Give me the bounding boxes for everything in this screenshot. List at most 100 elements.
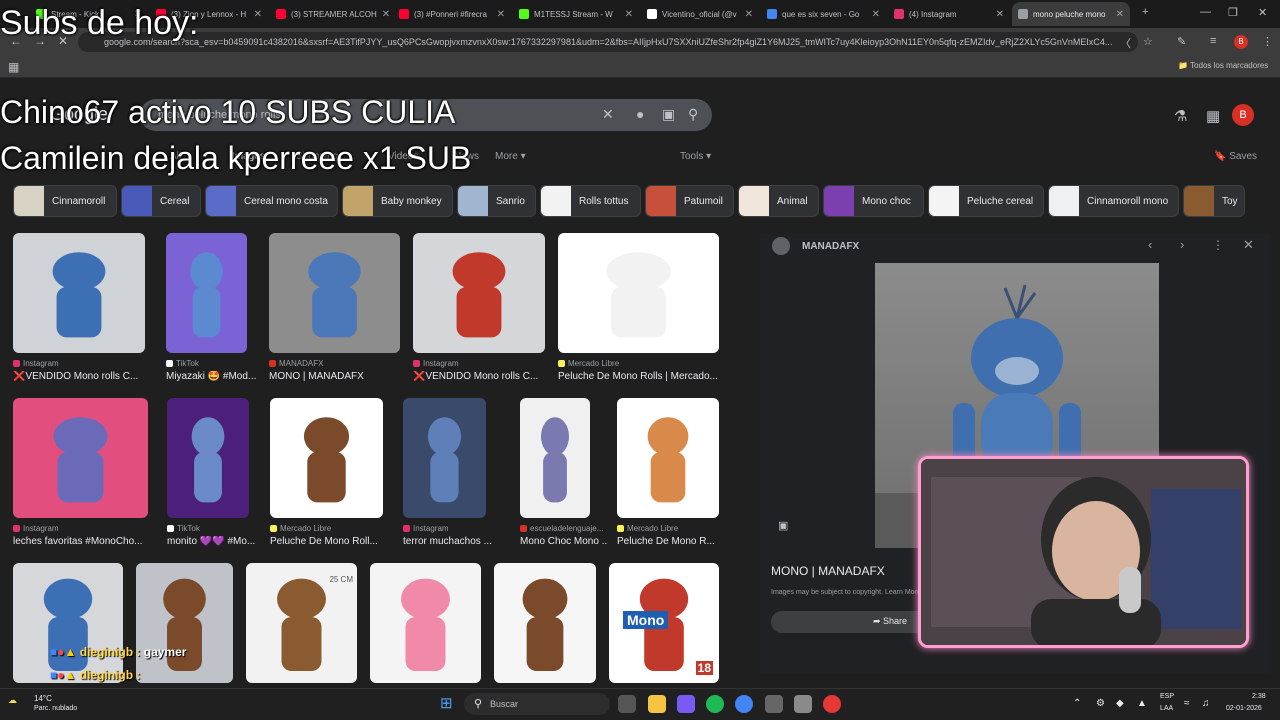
app-icon[interactable] xyxy=(794,695,812,713)
result-source[interactable]: TikTok xyxy=(166,359,199,368)
search-submit-icon[interactable]: ⚲ xyxy=(688,106,698,123)
image-result[interactable] xyxy=(413,233,545,353)
image-result[interactable] xyxy=(617,398,719,518)
result-source[interactable]: escueladelenguaje... xyxy=(520,524,603,533)
preview-title[interactable]: MONO | MANADAFX xyxy=(771,564,885,578)
labs-flask-icon[interactable]: ⚗ xyxy=(1174,107,1187,125)
google-apps-icon[interactable]: ▦ xyxy=(1206,107,1220,125)
browser-tab[interactable]: (4) Instagram ✕ xyxy=(888,2,1010,26)
browser-tab[interactable]: que es six seven - Go ✕ xyxy=(761,2,886,26)
result-caption[interactable]: Peluche De Mono R... xyxy=(617,536,737,547)
previous-result-icon[interactable]: ‹ xyxy=(1148,237,1152,252)
tab-close-icon[interactable]: ✕ xyxy=(996,9,1004,20)
menu-dots-icon[interactable]: ⋮ xyxy=(1262,35,1273,48)
related-search-chip[interactable]: Cereal xyxy=(121,185,201,217)
clear-search-icon[interactable]: ✕ xyxy=(602,106,614,123)
result-caption[interactable]: leches favoritas #MonoCho... xyxy=(13,536,166,547)
related-search-chip[interactable]: Sanrio xyxy=(457,185,536,217)
result-caption[interactable]: terror muchachos ... xyxy=(403,536,504,547)
apps-grid-icon[interactable]: ▦ xyxy=(8,60,19,74)
close-preview-icon[interactable]: ✕ xyxy=(1243,237,1254,253)
browser-tab[interactable]: M1TESSJ Stream - W ✕ xyxy=(513,2,639,26)
result-source[interactable]: Mercado Libre xyxy=(270,524,331,533)
extensions-icon[interactable]: ✎ xyxy=(1177,35,1186,48)
tab-close-icon[interactable]: ✕ xyxy=(872,9,880,20)
tab-close-icon[interactable]: ✕ xyxy=(625,9,633,20)
saves-button[interactable]: 🔖 Saves xyxy=(1214,151,1257,162)
downloads-icon[interactable]: ≡ xyxy=(1210,35,1216,47)
image-result[interactable] xyxy=(270,398,383,518)
related-search-chip[interactable]: Cinnamoroll mono xyxy=(1048,185,1179,217)
next-result-icon[interactable]: › xyxy=(1180,237,1184,252)
tools-button[interactable]: Tools ▾ xyxy=(680,151,711,162)
close-window-icon[interactable]: ✕ xyxy=(1258,6,1267,19)
profile-avatar[interactable]: B xyxy=(1234,35,1248,49)
taskbar-search[interactable]: ⚲ Buscar xyxy=(464,693,610,715)
clock-time[interactable]: 2:38 xyxy=(1252,693,1266,700)
preview-source[interactable]: MANADAFX xyxy=(802,241,859,252)
browser-tab[interactable]: mono peluche mono ✕ xyxy=(1012,2,1130,26)
result-caption[interactable]: Miyazaki 🤩 #Mod... xyxy=(166,371,265,382)
image-result[interactable]: Mono Cereales 18 xyxy=(609,563,719,683)
result-caption[interactable]: MONO | MANADAFX xyxy=(269,371,418,382)
more-options-icon[interactable]: ⋮ xyxy=(1212,238,1224,252)
tray-chevron-icon[interactable]: ⌃ xyxy=(1073,698,1081,709)
tab-close-icon[interactable]: ✕ xyxy=(382,9,390,20)
image-result[interactable] xyxy=(558,233,719,353)
tab-more[interactable]: More ▾ xyxy=(495,151,526,162)
result-source[interactable]: Instagram xyxy=(13,524,59,533)
image-result[interactable] xyxy=(269,233,400,353)
related-search-chip[interactable]: Cereal mono costa xyxy=(205,185,338,217)
discord-icon[interactable] xyxy=(677,695,695,713)
windows-start-icon[interactable]: ⊞ xyxy=(440,694,453,712)
result-source[interactable]: Instagram xyxy=(413,359,459,368)
image-result[interactable] xyxy=(403,398,486,518)
result-source[interactable]: Mercado Libre xyxy=(558,359,619,368)
address-bar[interactable]: google.com/search?sca_esv=b0459091c43820… xyxy=(78,32,1138,52)
browser-tab[interactable]: (3) STREAMER ALCOH ✕ xyxy=(270,2,390,26)
result-caption[interactable]: Peluche De Mono Rolls | Mercado... xyxy=(558,371,737,382)
translate-icon[interactable]: 〈 xyxy=(1120,35,1131,51)
tray-bluetooth-icon[interactable]: ◆ xyxy=(1116,698,1124,709)
chrome-icon[interactable] xyxy=(735,695,753,713)
maximize-icon[interactable]: ❐ xyxy=(1228,6,1238,19)
file-explorer-icon[interactable] xyxy=(648,695,666,713)
new-tab-button[interactable]: + xyxy=(1142,6,1148,18)
related-search-chip[interactable]: Baby monkey xyxy=(342,185,453,217)
wifi-icon[interactable]: ≈ xyxy=(1184,698,1190,709)
related-search-chip[interactable]: Peluche cereal xyxy=(928,185,1044,217)
keyboard-lang-1[interactable]: ESP xyxy=(1160,693,1174,700)
result-source[interactable]: TikTok xyxy=(167,524,200,533)
spotify-icon[interactable] xyxy=(706,695,724,713)
tray-app-icon[interactable]: ⚙ xyxy=(1096,698,1105,709)
task-view-icon[interactable] xyxy=(618,695,636,713)
tab-close-icon[interactable]: ✕ xyxy=(1116,9,1124,20)
recording-app-icon[interactable] xyxy=(823,695,841,713)
image-result[interactable] xyxy=(166,233,247,353)
result-source[interactable]: MANADAFX xyxy=(269,359,323,368)
result-source[interactable]: Instagram xyxy=(403,524,449,533)
keyboard-lang-2[interactable]: LAA xyxy=(1160,705,1173,712)
lens-search-icon[interactable]: ▣ xyxy=(662,106,675,123)
result-source[interactable]: Instagram xyxy=(13,359,59,368)
image-result[interactable] xyxy=(13,398,148,518)
result-caption[interactable]: Peluche De Mono Roll... xyxy=(270,536,401,547)
browser-tab[interactable]: (3) #Ponneri #firecra ✕ xyxy=(393,2,511,26)
image-result[interactable] xyxy=(494,563,596,683)
related-search-chip[interactable]: Toy xyxy=(1183,185,1245,217)
voice-search-icon[interactable]: ● xyxy=(636,106,644,122)
related-search-chip[interactable]: Cinnamoroll xyxy=(13,185,117,217)
related-search-chip[interactable]: Mono choc xyxy=(823,185,924,217)
image-result[interactable] xyxy=(13,233,145,353)
result-caption[interactable]: ❌VENDIDO Mono rolls C... xyxy=(13,371,163,382)
weather-desc[interactable]: Parc. nublado xyxy=(34,705,77,712)
result-caption[interactable]: monito 💜💜 #Mo... xyxy=(167,536,267,547)
all-bookmarks-folder[interactable]: 📁 Todos los marcadores xyxy=(1178,61,1268,70)
volume-icon[interactable]: ♫ xyxy=(1202,698,1210,709)
clock-date[interactable]: 02-01-2026 xyxy=(1226,705,1262,712)
result-caption[interactable]: Mono Choc Mono ... xyxy=(520,536,608,547)
tab-close-icon[interactable]: ✕ xyxy=(745,9,753,20)
tab-close-icon[interactable]: ✕ xyxy=(497,9,505,20)
related-search-chip[interactable]: Rolls tottus xyxy=(540,185,641,217)
related-search-chip[interactable]: Patumoil xyxy=(645,185,734,217)
